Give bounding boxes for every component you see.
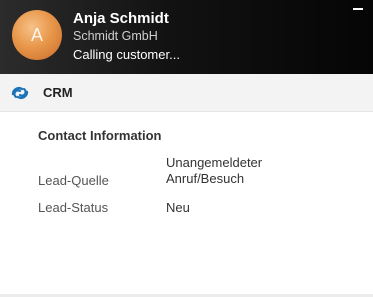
crm-sync-icon xyxy=(11,87,29,99)
lead-source-value: Unangemeldeter Anruf/Besuch xyxy=(166,155,262,187)
minimize-button[interactable] xyxy=(351,4,365,16)
avatar: A xyxy=(12,10,62,60)
call-header: A Anja Schmidt Schmidt GmbH Calling cust… xyxy=(0,0,373,74)
contact-information-title: Contact Information xyxy=(38,128,162,143)
crm-section-header[interactable]: CRM xyxy=(0,74,373,112)
call-widget: A Anja Schmidt Schmidt GmbH Calling cust… xyxy=(0,0,373,297)
lead-source-value-line2: Anruf/Besuch xyxy=(166,171,245,186)
lead-status-label: Lead-Status xyxy=(38,200,109,215)
call-status: Calling customer... xyxy=(73,47,180,62)
avatar-initial: A xyxy=(30,25,43,45)
caller-company: Schmidt GmbH xyxy=(73,29,158,43)
minimize-icon xyxy=(353,8,363,10)
caller-name: Anja Schmidt xyxy=(73,10,169,27)
lead-source-label: Lead-Quelle xyxy=(38,173,109,188)
lead-source-value-line1: Unangemeldeter xyxy=(166,155,263,170)
crm-label: CRM xyxy=(43,85,73,100)
lead-status-value: Neu xyxy=(166,200,190,215)
